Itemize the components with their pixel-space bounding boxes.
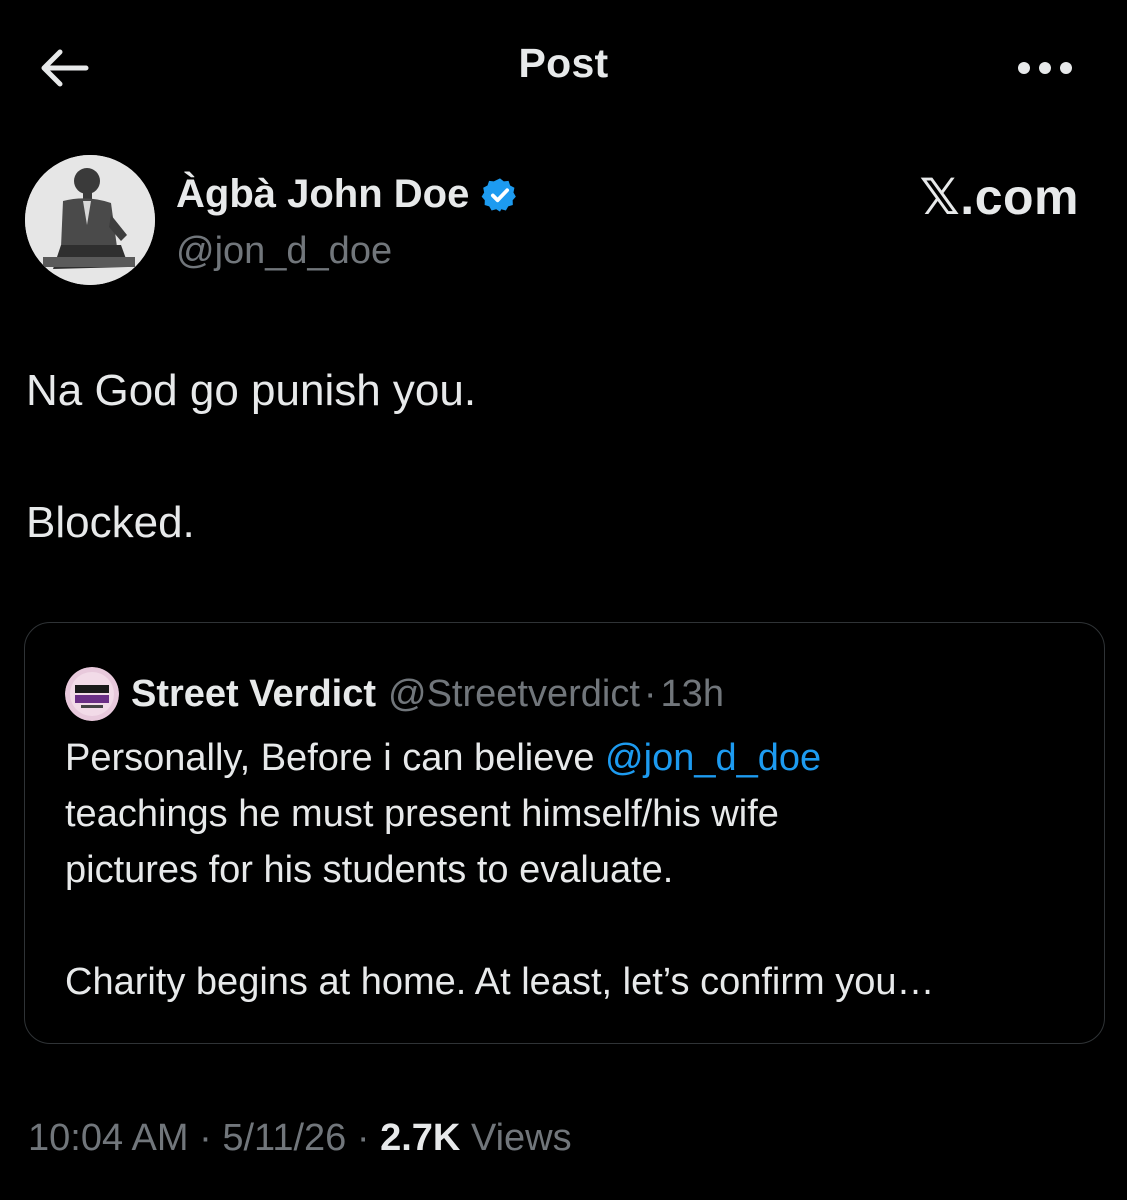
quoted-text-line-3: pictures for his students to evaluate. [65, 849, 674, 891]
post-time: 10:04 AM [28, 1117, 189, 1159]
more-horizontal-icon [1018, 62, 1072, 74]
quoted-author-name[interactable]: Street Verdict [131, 673, 376, 716]
street-verdict-logo [65, 667, 119, 721]
author-photo [25, 155, 155, 285]
quoted-author-avatar[interactable] [65, 667, 119, 721]
separator-dot: · [643, 672, 657, 715]
author-name[interactable]: Àgbà John Doe [176, 172, 469, 217]
post-text-line-1: Na God go punish you. [26, 366, 477, 415]
quoted-text-line-4: Charity begins at home. At least, let’s … [65, 961, 935, 1003]
mention-link[interactable]: @jon_d_doe [605, 737, 821, 779]
page-title: Post [518, 40, 609, 86]
more-options-button[interactable] [1010, 48, 1080, 88]
author-handle[interactable]: @jon_d_doe [176, 230, 392, 273]
post-meta: 10:04 AM · 5/11/26 · 2.7K Views [28, 1117, 572, 1160]
top-bar: Post [0, 0, 1127, 135]
quoted-text-line-1: Personally, Before i can believe @jon_d_… [65, 737, 821, 780]
quoted-post-time: 13h [660, 672, 724, 715]
quoted-post-header: Street Verdict @Streetverdict · 13h [65, 667, 724, 721]
separator-dot: · [199, 1117, 212, 1159]
quoted-author-handle[interactable]: @Streetverdict [388, 673, 640, 716]
views-count[interactable]: 2.7K [380, 1117, 460, 1159]
quoted-post-card[interactable]: Street Verdict @Streetverdict · 13h Pers… [24, 622, 1105, 1044]
quoted-text-prefix: Personally, Before i can believe [65, 737, 606, 779]
author-name-row[interactable]: Àgbà John Doe [176, 172, 519, 217]
quoted-text-line-2: teachings he must present himself/his wi… [65, 793, 779, 835]
verified-badge-icon [481, 177, 517, 212]
author-avatar[interactable] [25, 155, 155, 285]
views-label: Views [470, 1117, 572, 1159]
post-date: 5/11/26 [222, 1117, 347, 1159]
separator-dot: · [356, 1117, 370, 1159]
x-logo-text: 𝕏.com [919, 169, 1079, 225]
post-text-line-2: Blocked. [26, 498, 195, 547]
